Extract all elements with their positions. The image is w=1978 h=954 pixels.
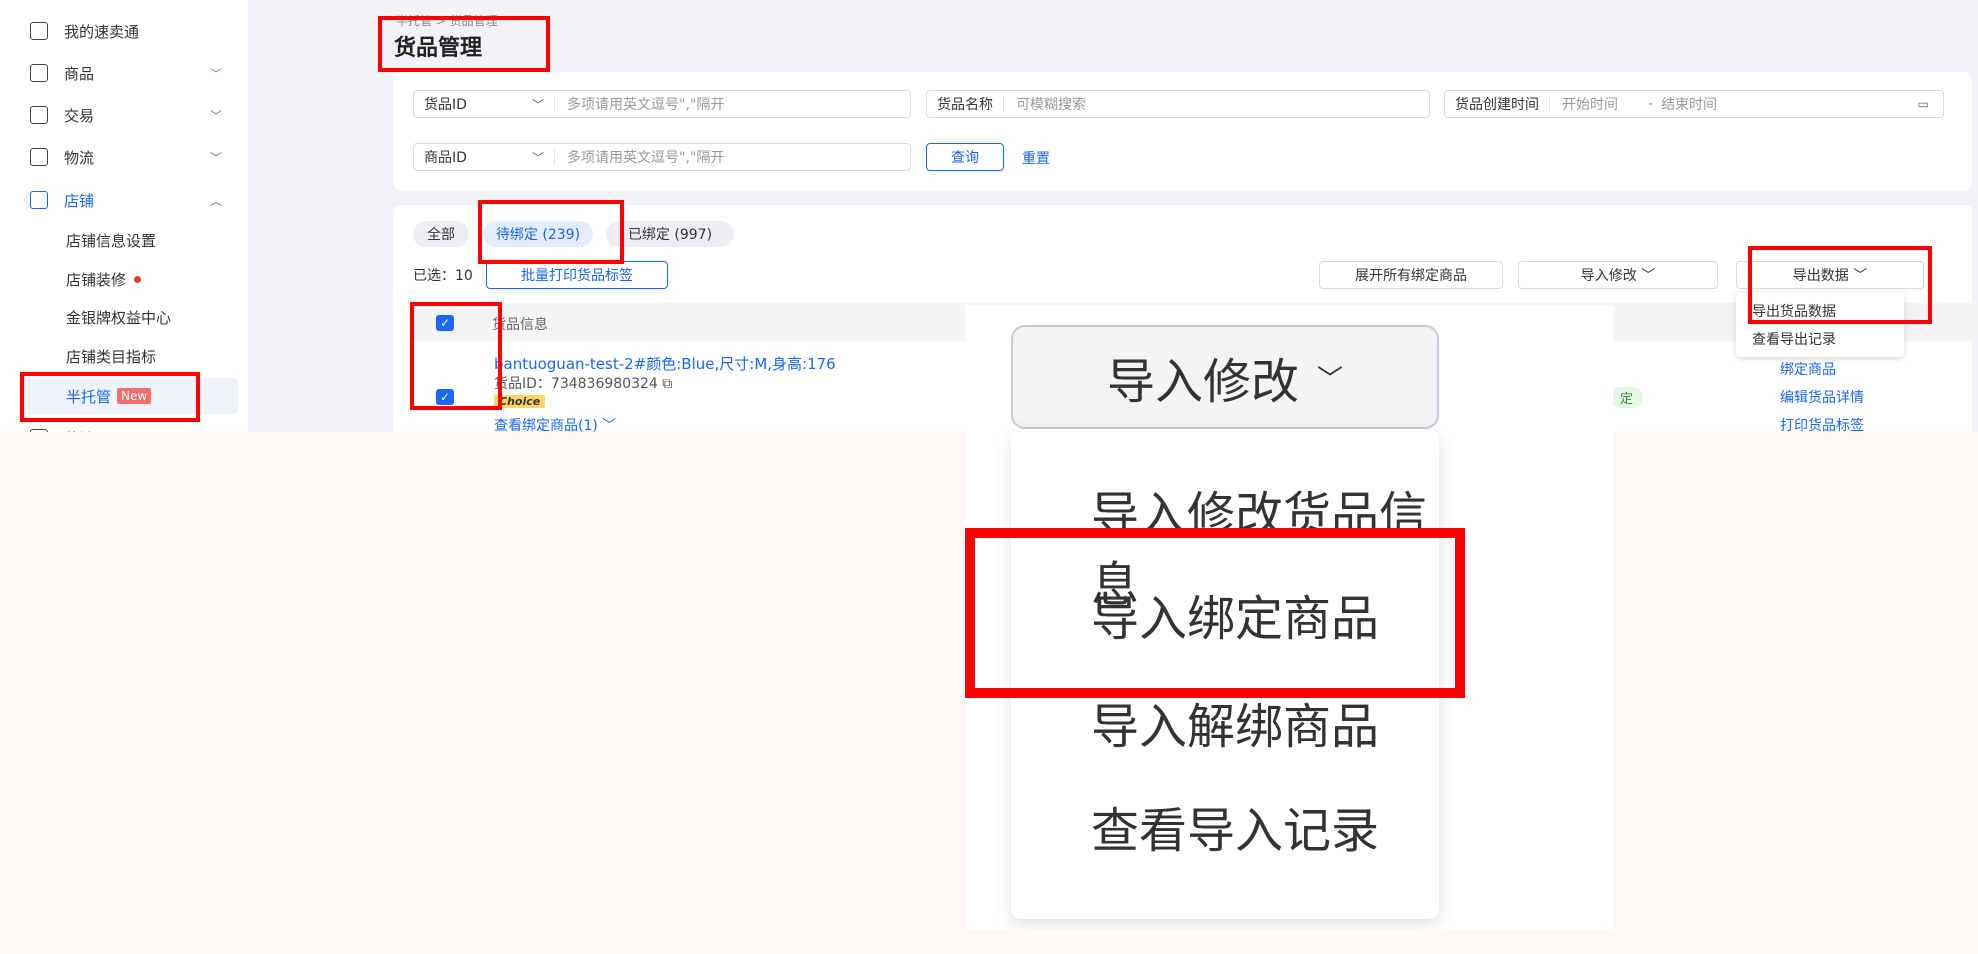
view-export-records-item[interactable]: 查看导出记录 xyxy=(1752,329,1836,349)
store-icon xyxy=(30,191,48,209)
filter-card: 货品ID ﹀ 多项请用英文逗号","隔开 货品名称 可模糊搜索 货品创建时间 开始… xyxy=(394,72,1972,190)
goods-name-link[interactable]: bantuoguan-test-2#颜色:Blue,尺寸:M,身高:176 xyxy=(494,353,836,374)
bind-product-link[interactable]: 绑定商品 xyxy=(1780,359,1836,379)
chevron-up-icon: ︿ xyxy=(210,193,223,208)
page-title: 货品管理 xyxy=(394,36,483,61)
export-dropdown: 导出货品数据 查看导出记录 xyxy=(1736,293,1904,357)
zoom-inset: 导入修改 ﹀ 导入修改货品信息 导入绑定商品 导入解绑商品 查看导入记录 xyxy=(965,305,1613,930)
sidebar-item-home[interactable]: 我的速卖通 xyxy=(30,11,139,51)
query-button[interactable]: 查询 xyxy=(926,143,1004,171)
selected-count: 已选：10 xyxy=(413,268,473,284)
chevron-down-icon: ﹀ xyxy=(531,150,544,165)
chevron-down-icon: ﹀ xyxy=(210,66,223,81)
truck-icon xyxy=(30,148,48,166)
sidebar: 我的速卖通 商品 ﹀ 交易 ﹀ 物流 ﹀ 店铺 ︿ 店铺信息设置 店铺装修 金银… xyxy=(0,0,248,432)
choice-badge: Choice xyxy=(494,395,546,408)
order-icon xyxy=(30,106,48,124)
product-id-filter[interactable]: 商品ID ﹀ 多项请用英文逗号","隔开 xyxy=(413,143,911,171)
sidebar-sub-medal-center[interactable]: 金银牌权益中心 xyxy=(66,302,171,332)
import-modify-button[interactable]: 导入修改 ﹀ xyxy=(1518,261,1718,289)
sidebar-item-store[interactable]: 店铺 ︿ xyxy=(30,180,230,220)
sidebar-sub-semi-managed[interactable]: 半托管 New xyxy=(66,381,152,411)
import-unbind-products-item[interactable]: 导入解绑商品 xyxy=(1091,687,1379,757)
sidebar-item-logistics[interactable]: 物流 ﹀ xyxy=(30,137,230,177)
created-time-range[interactable]: 货品创建时间 开始时间 - 结束时间 ▭ xyxy=(1444,90,1944,118)
sidebar-sub-store-decoration[interactable]: 店铺装修 xyxy=(66,264,142,294)
export-goods-data-item[interactable]: 导出货品数据 xyxy=(1752,301,1836,321)
select-all-checkbox[interactable]: ✓ xyxy=(436,315,454,331)
calendar-icon: ▭ xyxy=(1917,97,1929,111)
sidebar-item-marketing[interactable]: 营销 xyxy=(30,418,94,432)
goods-id-filter[interactable]: 货品ID ﹀ 多项请用英文逗号","隔开 xyxy=(413,90,911,118)
status-badge: 定 xyxy=(1610,387,1644,408)
sidebar-item-trade[interactable]: 交易 ﹀ xyxy=(30,95,230,135)
product-id-select[interactable]: 商品ID ﹀ xyxy=(414,149,555,166)
view-import-records-item[interactable]: 查看导入记录 xyxy=(1091,791,1379,861)
copy-icon[interactable]: ⧉ xyxy=(662,376,672,392)
new-badge: New xyxy=(117,388,152,404)
chevron-down-icon: ﹀ xyxy=(1317,364,1344,395)
import-modify-button-zoomed[interactable]: 导入修改 ﹀ xyxy=(1011,325,1439,429)
expand-all-button[interactable]: 展开所有绑定商品 xyxy=(1319,261,1503,289)
chevron-down-icon: ﹀ xyxy=(210,108,223,123)
view-bound-products-link[interactable]: 查看绑定商品(1) ﹀ xyxy=(494,415,616,432)
bag-icon xyxy=(30,64,48,82)
tab-all[interactable]: 全部 xyxy=(413,221,469,247)
edit-goods-detail-link[interactable]: 编辑货品详情 xyxy=(1780,387,1864,407)
tab-bound[interactable]: 已绑定 (997) xyxy=(606,221,734,247)
goods-id-select[interactable]: 货品ID ﹀ xyxy=(414,96,555,113)
chevron-down-icon: ﹀ xyxy=(531,97,544,112)
tab-pending-bind[interactable]: 待绑定 (239) xyxy=(483,221,593,247)
goods-name-field[interactable]: 货品名称 可模糊搜索 xyxy=(926,90,1430,118)
import-modify-menu: 导入修改货品信息 导入绑定商品 导入解绑商品 查看导入记录 xyxy=(1011,429,1439,919)
export-data-button[interactable]: 导出数据 ﹀ xyxy=(1736,261,1924,289)
chevron-down-icon: ﹀ xyxy=(210,150,223,165)
goods-id-text: 货品ID：734836980324 ⧉ xyxy=(494,376,673,392)
notification-dot xyxy=(134,275,142,283)
import-bind-products-item[interactable]: 导入绑定商品 xyxy=(1091,579,1379,649)
sidebar-sub-store-info[interactable]: 店铺信息设置 xyxy=(66,225,156,255)
home-icon xyxy=(30,22,48,40)
marketing-icon xyxy=(30,429,48,432)
batch-print-button[interactable]: 批量打印货品标签 xyxy=(486,261,668,289)
print-goods-label-link[interactable]: 打印货品标签 xyxy=(1780,415,1864,432)
breadcrumb: 半托管 > 货品管理 xyxy=(396,14,498,28)
sidebar-sub-category-index[interactable]: 店铺类目指标 xyxy=(66,341,156,371)
reset-link[interactable]: 重置 xyxy=(1022,148,1050,168)
sidebar-item-products[interactable]: 商品 ﹀ xyxy=(30,53,230,93)
row-checkbox[interactable]: ✓ xyxy=(436,389,454,405)
